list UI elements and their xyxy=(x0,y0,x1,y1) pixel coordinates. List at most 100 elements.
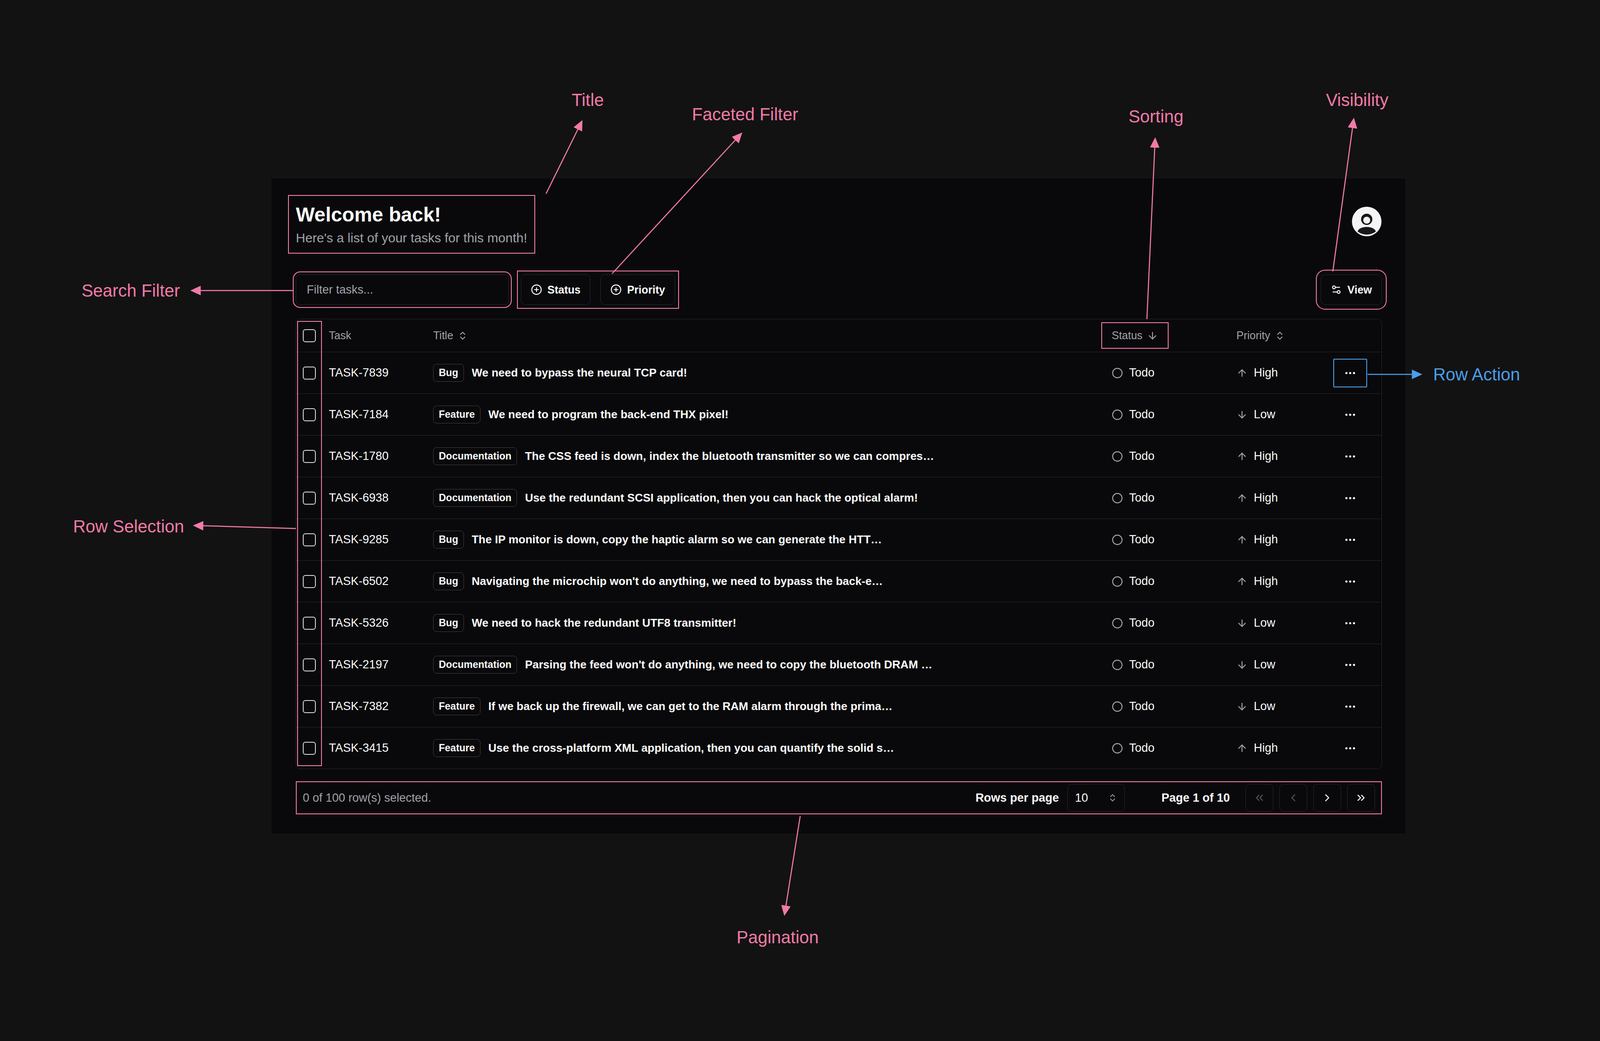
row-checkbox[interactable] xyxy=(302,658,316,672)
table-row[interactable]: TASK-5326BugWe need to hack the redundan… xyxy=(296,602,1382,644)
row-checkbox[interactable] xyxy=(302,408,316,422)
annotation-arrow xyxy=(784,816,801,915)
row-checkbox[interactable] xyxy=(302,533,316,547)
column-header[interactable]: Status xyxy=(1102,323,1168,348)
row-action-button[interactable] xyxy=(1333,483,1368,513)
table-row[interactable]: TASK-7839BugWe need to bypass the neural… xyxy=(296,351,1382,394)
task-label: Feature xyxy=(433,739,481,758)
next-page-icon xyxy=(1321,791,1334,805)
task-label: Feature xyxy=(433,697,481,716)
more-icon xyxy=(1343,491,1357,505)
faceted-filter-button[interactable]: Status xyxy=(520,274,591,305)
row-checkbox[interactable] xyxy=(302,742,316,756)
select-all-checkbox[interactable] xyxy=(302,329,316,343)
page-indicator: Page 1 of 10 xyxy=(1161,791,1230,805)
status-circle-icon xyxy=(1111,409,1123,421)
page-nav-button[interactable] xyxy=(1347,784,1375,812)
row-checkbox[interactable] xyxy=(302,575,316,589)
task-label: Feature xyxy=(433,405,481,424)
arrow-up-icon xyxy=(1236,367,1248,379)
more-icon xyxy=(1343,742,1357,756)
status-circle-icon xyxy=(1111,492,1123,504)
task-status: Todo xyxy=(1129,658,1155,672)
annotation-arrow xyxy=(1367,374,1421,376)
task-title: Use the redundant SCSI application, then… xyxy=(524,491,918,505)
arrow-up-icon xyxy=(1236,492,1248,504)
table-row[interactable]: TASK-6938DocumentationUse the redundant … xyxy=(296,477,1382,519)
rows-per-page-label: Rows per page xyxy=(975,791,1059,805)
search-input[interactable] xyxy=(295,274,509,305)
avatar-icon[interactable] xyxy=(1351,206,1382,237)
annotation-arrow xyxy=(612,133,742,274)
annotation-arrow xyxy=(192,290,294,292)
column-header[interactable]: Priority xyxy=(1236,329,1286,342)
row-action-button[interactable] xyxy=(1333,442,1368,471)
task-id: TASK-2197 xyxy=(328,658,389,672)
row-checkbox[interactable] xyxy=(302,491,316,505)
status-circle-icon xyxy=(1111,742,1123,755)
more-icon xyxy=(1343,616,1357,630)
task-priority: High xyxy=(1253,491,1279,505)
column-header[interactable]: Title xyxy=(433,329,468,342)
task-status: Todo xyxy=(1129,533,1155,547)
tasks-panel: Welcome back!Here's a list of your tasks… xyxy=(271,178,1406,834)
row-checkbox[interactable] xyxy=(302,700,316,714)
title-block: Welcome back!Here's a list of your tasks… xyxy=(295,202,528,246)
row-action-button[interactable] xyxy=(1333,609,1368,638)
table-row[interactable]: TASK-2197DocumentationParsing the feed w… xyxy=(296,643,1382,686)
table-row[interactable]: TASK-6502BugNavigating the microchip won… xyxy=(296,560,1382,603)
faceted-filter-button[interactable]: Priority xyxy=(600,274,676,305)
sliders-icon xyxy=(1330,284,1342,296)
row-checkbox[interactable] xyxy=(302,450,316,464)
task-label: Bug xyxy=(433,614,464,633)
row-action-button[interactable] xyxy=(1333,692,1368,722)
task-title: If we back up the firewall, we can get t… xyxy=(488,699,893,714)
task-priority: Low xyxy=(1253,699,1276,714)
page-nav-button[interactable] xyxy=(1245,784,1274,812)
toolbar: Status Priority View xyxy=(295,274,1382,305)
row-action-button[interactable] xyxy=(1333,358,1368,388)
arrow-up-icon xyxy=(1236,450,1248,463)
arrow-up-icon xyxy=(1236,742,1248,755)
table-row[interactable]: TASK-9285BugThe IP monitor is down, copy… xyxy=(296,518,1382,561)
toolbar-filters: Status Priority xyxy=(295,274,676,305)
annotation-arrow xyxy=(1332,119,1354,272)
task-title: We need to program the back-end THX pixe… xyxy=(488,407,729,422)
task-id: TASK-5326 xyxy=(328,616,389,630)
task-priority: Low xyxy=(1253,407,1276,422)
pagination-controls: Rows per page 10 Page 1 of 10 xyxy=(975,784,1375,812)
annotation-label: Row Selection xyxy=(72,516,185,537)
table-row[interactable]: TASK-7184FeatureWe need to program the b… xyxy=(296,393,1382,436)
status-circle-icon xyxy=(1111,367,1123,379)
status-circle-icon xyxy=(1111,576,1123,588)
row-action-button[interactable] xyxy=(1333,567,1368,597)
rows-per-page-select[interactable]: 10 xyxy=(1067,784,1125,812)
annotation-arrows xyxy=(0,0,1600,1041)
task-label: Bug xyxy=(433,572,464,591)
column-header[interactable]: Task xyxy=(328,329,352,342)
page-nav-button[interactable] xyxy=(1313,784,1342,812)
arrow-down-icon xyxy=(1236,659,1248,671)
sort-icon xyxy=(1274,330,1286,342)
task-priority: High xyxy=(1253,533,1279,547)
table-row[interactable]: TASK-3415FeatureUse the cross-platform X… xyxy=(296,727,1382,769)
row-action-button[interactable] xyxy=(1333,734,1368,763)
task-title: Parsing the feed won't do anything, we n… xyxy=(524,658,933,672)
page-nav xyxy=(1245,784,1375,812)
status-circle-icon xyxy=(1111,659,1123,671)
row-checkbox[interactable] xyxy=(302,366,316,380)
view-button[interactable]: View xyxy=(1320,274,1382,305)
annotation-label: Pagination xyxy=(736,927,819,948)
row-action-button[interactable] xyxy=(1333,400,1368,430)
tasks-table: Task Title Status Priority TASK-7839BugWe ne… xyxy=(295,318,1382,770)
arrow-down-icon xyxy=(1236,617,1248,630)
annotation-label: Search Filter xyxy=(81,281,181,301)
more-icon xyxy=(1343,450,1357,464)
row-checkbox[interactable] xyxy=(302,616,316,630)
row-action-button[interactable] xyxy=(1333,525,1368,555)
row-action-button[interactable] xyxy=(1333,650,1368,680)
page-subtitle: Here's a list of your tasks for this mon… xyxy=(295,230,528,246)
page-nav-button[interactable] xyxy=(1279,784,1308,812)
table-row[interactable]: TASK-7382FeatureIf we back up the firewa… xyxy=(296,685,1382,728)
table-row[interactable]: TASK-1780DocumentationThe CSS feed is do… xyxy=(296,435,1382,478)
